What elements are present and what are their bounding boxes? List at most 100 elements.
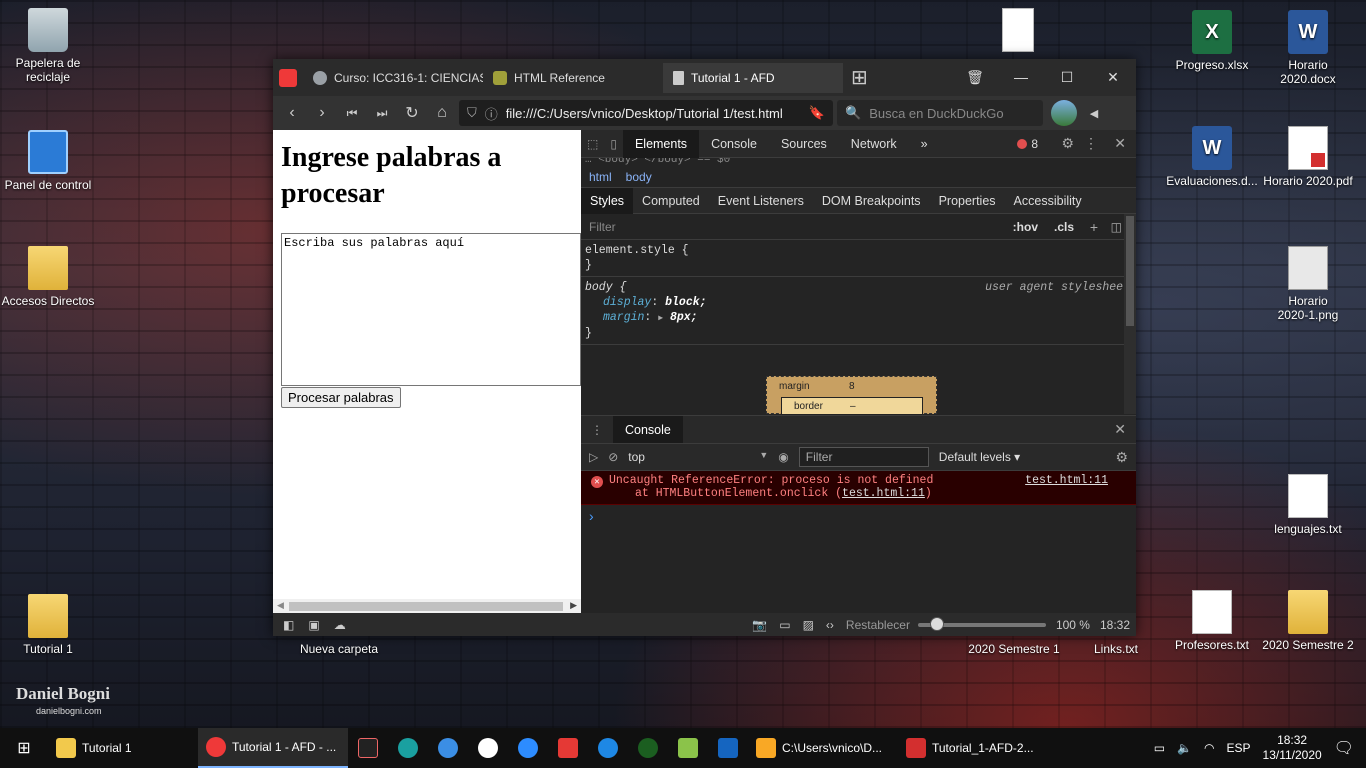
horizontal-scrollbar[interactable]: ◀ ▶ (273, 599, 581, 613)
tab-tutorial-afd[interactable]: Tutorial 1 - AFD (663, 62, 843, 93)
drawer-tab-console[interactable]: Console (613, 415, 683, 444)
scrollbar-thumb[interactable] (1126, 216, 1134, 326)
back-icon[interactable]: ‹ (279, 104, 305, 122)
inspect-element-icon[interactable]: ⬚ (581, 137, 604, 151)
taskbar-item-explorer[interactable]: Tutorial 1 (48, 728, 198, 768)
breadcrumb-body[interactable]: body (626, 170, 652, 184)
settings-gear-icon[interactable]: ⚙ (1061, 135, 1074, 152)
tab-html-reference[interactable]: HTML Reference (483, 63, 663, 93)
hs-app-icon[interactable] (638, 738, 658, 758)
desktop-icon-evaluaciones[interactable]: W Evaluaciones.d... (1164, 126, 1260, 188)
new-tab-icon[interactable]: ⊞ (851, 65, 868, 90)
panel-toggle-icon[interactable]: ◀ (1081, 107, 1107, 120)
download-manager-icon[interactable] (558, 738, 578, 758)
language-indicator[interactable]: ESP (1227, 741, 1251, 755)
battery-icon[interactable]: ▭ (1154, 741, 1165, 755)
subtab-accessibility[interactable]: Accessibility (1005, 188, 1091, 214)
context-selector[interactable]: top ▼ (628, 450, 768, 464)
tab-console[interactable]: Console (699, 130, 769, 158)
sync-cloud-icon[interactable]: ☁ (334, 618, 346, 632)
intellij-icon[interactable] (358, 738, 378, 758)
desktop-icon-tutorial-1[interactable]: Tutorial 1 (0, 594, 96, 656)
desktop-icon-horario-docx[interactable]: W Horario 2020.docx (1260, 10, 1356, 86)
styles-filter-input[interactable]: Filter (589, 220, 616, 234)
scroll-right-icon[interactable]: ▶ (570, 600, 577, 611)
search-placeholder[interactable]: Busca en DuckDuckGo (869, 106, 1003, 121)
desktop-icon-recycle-bin[interactable]: Papelera de reciclaje (0, 8, 96, 84)
tab-network[interactable]: Network (839, 130, 909, 158)
plus-icon[interactable]: + (1090, 219, 1098, 235)
scrollbar-thumb[interactable] (289, 602, 563, 611)
taskbar-item-pdf[interactable]: Tutorial_1-AFD-2... (898, 728, 1048, 768)
desktop-icon-horario-pdf[interactable]: Horario 2020.pdf (1260, 126, 1356, 188)
code-icon[interactable]: ‹› (826, 618, 834, 632)
pdf-file-icon[interactable] (1002, 8, 1034, 52)
tab-sources[interactable]: Sources (769, 130, 839, 158)
console-prompt[interactable]: › (589, 508, 594, 524)
panel-icon[interactable]: ◧ (283, 618, 294, 632)
minimize-button[interactable]: — (998, 59, 1044, 96)
subtab-dom-breakpoints[interactable]: DOM Breakpoints (813, 188, 930, 214)
app-icon[interactable] (398, 738, 418, 758)
maximize-button[interactable]: ☐ (1044, 59, 1090, 96)
info-icon[interactable]: ⓘ (485, 104, 498, 123)
fast-forward-icon[interactable]: ⏭ (369, 106, 395, 121)
desktop-icon-progreso-xlsx[interactable]: X Progreso.xlsx (1164, 10, 1260, 72)
shield-icon[interactable]: ⛉ (467, 105, 477, 121)
start-button[interactable]: ⊞ (0, 728, 48, 768)
slack-icon[interactable] (478, 738, 498, 758)
error-stack-link[interactable]: test.html:11 (842, 487, 925, 500)
zoom-icon[interactable] (518, 738, 538, 758)
error-source-link[interactable]: test.html:11 (1025, 474, 1108, 487)
error-counter[interactable]: 8 (1017, 137, 1038, 151)
address-bar[interactable]: ⛉ ⓘ file:///C:/Users/vnico/Desktop/Tutor… (459, 100, 833, 126)
log-levels-dropdown[interactable]: Default levels ▾ (939, 450, 1020, 464)
wireshark-icon[interactable] (718, 738, 738, 758)
subtab-computed[interactable]: Computed (633, 188, 709, 214)
tab-tiling-icon[interactable]: ▣ (308, 618, 319, 632)
drawer-menu-icon[interactable]: ⋮ (581, 423, 613, 437)
eye-icon[interactable]: ◉ (778, 450, 788, 464)
archive-icon[interactable] (678, 738, 698, 758)
search-bar[interactable]: 🔍 Busca en DuckDuckGo (837, 100, 1043, 126)
close-drawer-icon[interactable]: ✕ (1114, 421, 1126, 438)
desktop-icon-horario-png[interactable]: Horario 2020-1.png (1260, 246, 1356, 322)
reload-icon[interactable]: ↻ (399, 103, 425, 123)
home-icon[interactable]: ⌂ (429, 104, 455, 122)
zoom-level[interactable]: 100 % (1056, 618, 1090, 632)
sync-icon[interactable] (598, 738, 618, 758)
element-style-selector[interactable]: element.style { (585, 243, 1132, 258)
chat-icon[interactable] (438, 738, 458, 758)
breadcrumb-html[interactable]: html (589, 170, 612, 184)
close-devtools-icon[interactable]: ✕ (1114, 135, 1126, 152)
sidebar-toggle-icon[interactable]: ◫ (1111, 220, 1122, 234)
profile-avatar[interactable] (1051, 100, 1077, 126)
subtab-styles[interactable]: Styles (581, 187, 634, 214)
rewind-icon[interactable]: ⏮ (339, 106, 365, 121)
clear-console-icon[interactable]: ⊘ (608, 450, 618, 464)
trash-icon[interactable]: 🗑 (952, 59, 998, 96)
image-icon[interactable]: ▨ (803, 618, 814, 632)
volume-icon[interactable]: 🔈 (1177, 741, 1192, 755)
zoom-reset-button[interactable]: Restablecer (846, 618, 910, 632)
desktop-icon-2020-semestre-2[interactable]: 2020 Semestre 2 (1260, 590, 1356, 652)
desktop-icon-lenguajes-txt[interactable]: lenguajes.txt (1260, 474, 1356, 536)
subtab-properties[interactable]: Properties (930, 188, 1005, 214)
notifications-icon[interactable]: 🗨 (1334, 738, 1354, 758)
window-icon[interactable]: ▭ (779, 618, 790, 632)
camera-icon[interactable]: 📷 (752, 618, 767, 632)
expand-triangle-icon[interactable]: ▶ (658, 314, 663, 323)
url-text[interactable]: file:///C:/Users/vnico/Desktop/Tutorial … (506, 106, 801, 121)
kebab-menu-icon[interactable]: ⋮ (1084, 135, 1098, 152)
desktop-icon-control-panel[interactable]: Panel de control (0, 130, 96, 192)
bookmark-icon[interactable]: 🔖 (809, 105, 825, 121)
clock[interactable]: 18:32 13/11/2020 (1263, 733, 1322, 763)
cls-toggle[interactable]: .cls (1054, 220, 1074, 234)
forward-icon[interactable]: › (309, 104, 335, 122)
styles-scrollbar[interactable] (1124, 214, 1136, 414)
console-sidebar-icon[interactable]: ▷ (589, 450, 598, 464)
tab-elements[interactable]: Elements (622, 129, 700, 158)
console-filter-input[interactable]: Filter (798, 447, 929, 467)
vivaldi-menu-button[interactable] (273, 59, 303, 96)
zoom-slider-handle[interactable] (930, 616, 945, 631)
